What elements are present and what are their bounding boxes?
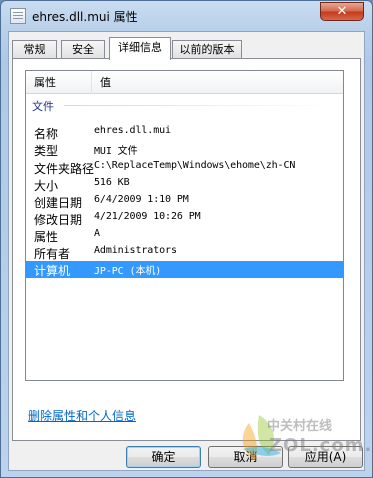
property-value: JP-PC (本机) [94,266,162,277]
property-value: MUI 文件 [94,146,138,157]
column-header-value[interactable]: 值 [92,71,343,94]
list-item-selected[interactable]: 计算机 JP-PC (本机) [26,261,343,278]
properties-list[interactable]: 属性 值 文件 名称 ehres.dll.mui 类型 MUI 文件 文件夹路径 [25,70,344,381]
property-name: 类型 [34,144,59,158]
property-value: 6/4/2009 1:10 PM [94,194,189,205]
list-item[interactable]: 所有者 Administrators [26,244,343,261]
file-icon [10,8,26,24]
property-name: 所有者 [34,247,71,261]
property-value: ehres.dll.mui [94,125,171,136]
property-value: C:\ReplaceTemp\Windows\ehome\zh-CN [94,160,296,171]
list-item[interactable]: 修改日期 4/21/2009 10:26 PM [26,210,343,227]
list-item[interactable]: 创建日期 6/4/2009 1:10 PM [26,193,343,210]
title-bar[interactable]: ehres.dll.mui 属性 ✕ [1,1,372,31]
dialog-client-area: 常规 安全 详细信息 以前的版本 属性 值 文件 名称 ehres.dll.mu… [8,31,365,471]
property-value: 4/21/2009 10:26 PM [94,211,201,222]
properties-window: ehres.dll.mui 属性 ✕ 常规 安全 详细信息 以前的版本 属性 值… [0,0,373,478]
tab-details[interactable]: 详细信息 [109,37,171,60]
apply-button[interactable]: 应用(A) [288,446,363,468]
remove-properties-link[interactable]: 删除属性和个人信息 [28,407,136,424]
group-header-file: 文件 [32,96,332,114]
list-item[interactable]: 属性 A [26,227,343,244]
details-panel: 属性 值 文件 名称 ehres.dll.mui 类型 MUI 文件 文件夹路径 [12,58,361,441]
property-name: 大小 [34,179,59,193]
property-value: A [94,228,100,239]
list-item[interactable]: 文件夹路径 C:\ReplaceTemp\Windows\ehome\zh-CN [26,159,343,176]
ok-button[interactable]: 确定 [126,446,201,468]
property-name: 创建日期 [34,196,83,210]
group-label: 文件 [32,100,54,113]
tab-security[interactable]: 安全 [61,40,105,59]
tab-general[interactable]: 常规 [12,40,57,59]
property-name: 名称 [34,127,59,141]
list-item[interactable]: 类型 MUI 文件 [26,141,343,158]
list-item[interactable]: 大小 516 KB [26,176,343,193]
property-name: 修改日期 [34,213,83,227]
property-name: 计算机 [34,264,71,278]
property-name: 文件夹路径 [34,162,95,176]
close-button[interactable]: ✕ [320,2,364,21]
property-value: Administrators [94,245,177,256]
property-value: 516 KB [94,177,130,188]
group-divider [64,105,332,106]
column-header-property[interactable]: 属性 [26,71,92,94]
list-header: 属性 值 [26,71,343,94]
window-title: ehres.dll.mui 属性 [32,10,138,24]
tab-previous-versions[interactable]: 以前的版本 [172,40,242,59]
list-item[interactable]: 名称 ehres.dll.mui [26,124,343,141]
property-name: 属性 [34,230,59,244]
cancel-button[interactable]: 取消 [208,446,283,468]
